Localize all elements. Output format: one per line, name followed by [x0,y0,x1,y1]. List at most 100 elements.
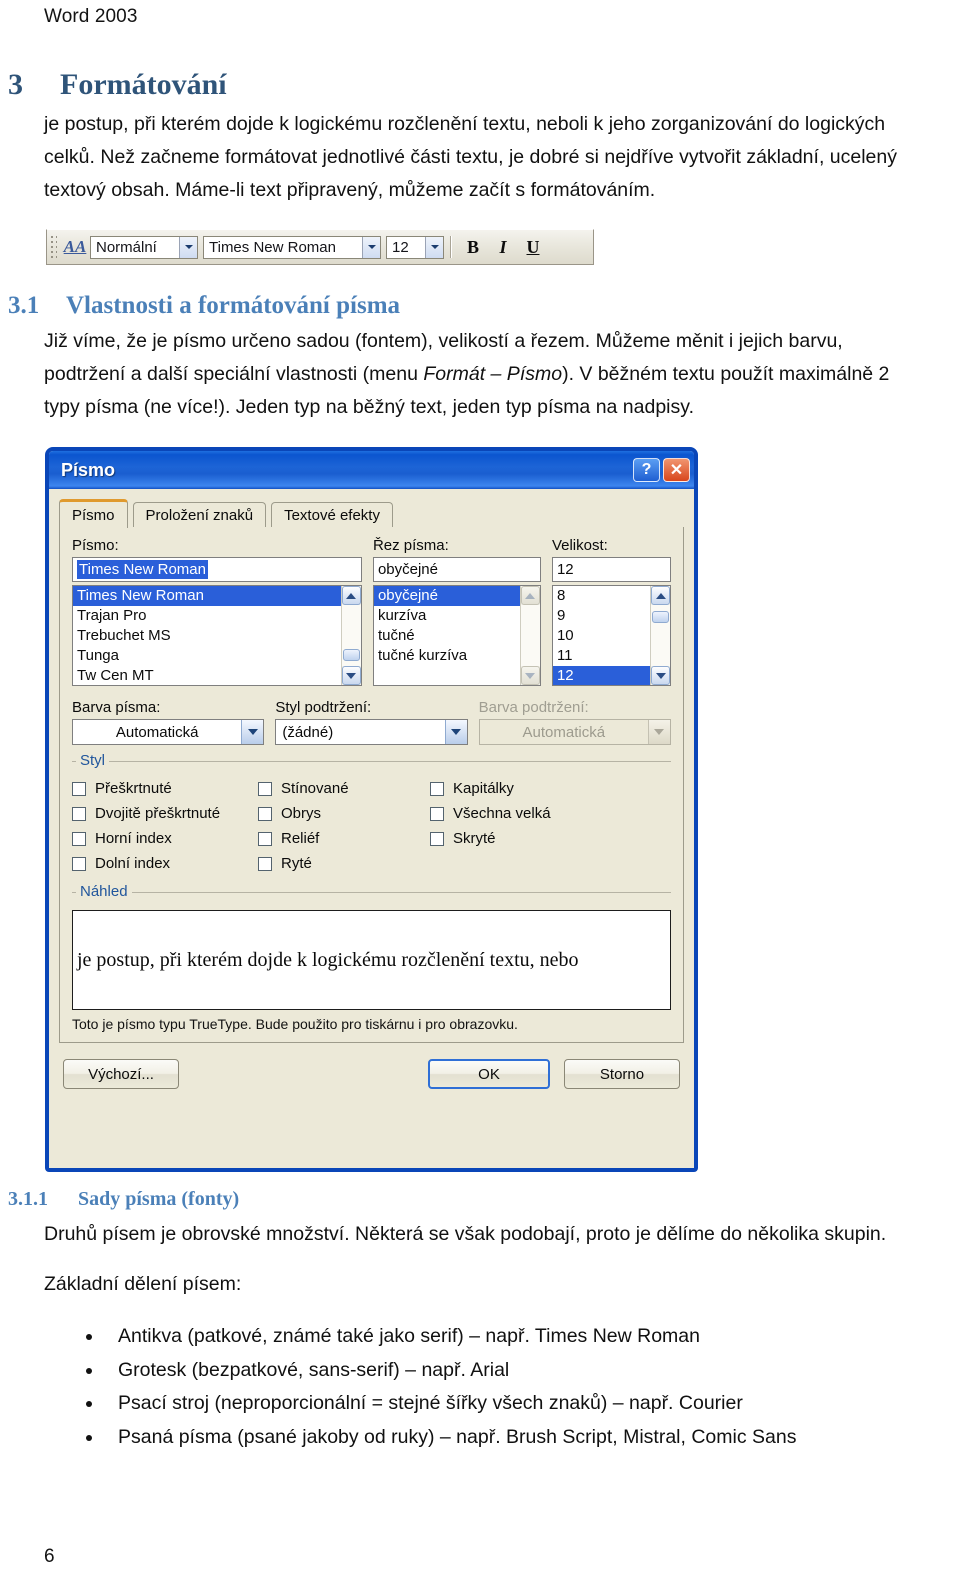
scroll-down-icon[interactable] [341,666,361,685]
checkbox-icon[interactable] [258,831,272,846]
font-color-chevron-down-icon[interactable] [241,720,264,744]
checkbox-icon[interactable] [72,781,86,796]
checkbox-skryte[interactable]: Skryté [430,826,616,851]
scroll-down-icon[interactable] [651,666,670,685]
scroll-track[interactable] [520,605,540,666]
font-size-combo-chevron-down-icon[interactable] [425,236,443,258]
italic-button[interactable]: I [488,234,518,260]
toolbar-separator [450,236,452,258]
checkbox-icon[interactable] [258,856,272,871]
list-item[interactable]: Times New Roman [73,586,341,606]
dialog-titlebar[interactable]: Písmo ? ✕ [49,451,694,489]
checkbox-kapitalky[interactable]: Kapitálky [430,776,616,801]
font-size-combo[interactable]: 12 [386,235,444,259]
font-name-combo-value: Times New Roman [209,238,336,256]
scroll-down-icon[interactable] [520,666,540,685]
list-item[interactable]: 11 [553,646,650,666]
checkbox-icon[interactable] [430,831,444,846]
font-name-scrollbar[interactable] [340,586,361,685]
list-item[interactable]: 12 [552,666,650,685]
checkbox-obrys[interactable]: Obrys [258,801,430,826]
checkbox-relief[interactable]: Reliéf [258,826,430,851]
list-item[interactable]: obyčejné [373,586,520,606]
scroll-up-icon[interactable] [520,586,540,605]
checkbox-vsechna-velka[interactable]: Všechna velká [430,801,616,826]
checkbox-ryte[interactable]: Ryté [258,851,430,876]
underline-color-group: Barva podtržení: Automatická [478,699,671,745]
checkbox-dvojite-preskrtnute[interactable]: Dvojitě přeškrtnuté [72,801,258,826]
font-style-listbox[interactable]: obyčejné kurzíva tučné tučné kurzíva [372,585,541,686]
toolbar-grip-icon[interactable] [50,235,57,259]
list-item[interactable]: tučné [374,626,520,646]
list-item[interactable]: Tw Cen MT [73,666,341,685]
default-button[interactable]: Výchozí... [63,1059,179,1089]
font-size-listbox[interactable]: 8 9 10 11 12 [551,585,671,686]
heading-1-number: 3 [8,68,23,101]
checkbox-icon[interactable] [430,781,444,796]
font-size-input[interactable]: 12 [551,557,671,582]
underline-button[interactable]: U [518,234,548,260]
list-item[interactable]: Tunga [73,646,341,666]
dialog-tabs: Písmo Proložení znaků Textové efekty [59,499,684,529]
zakladni-deleni-paragraph: Základní dělení písem: [44,1273,242,1295]
checkbox-label: Kapitálky [453,780,514,797]
scroll-up-icon[interactable] [651,586,670,605]
checkbox-icon[interactable] [72,831,86,846]
checkbox-icon[interactable] [430,806,444,821]
list-item[interactable]: 8 [553,586,650,606]
checkbox-dolni-index[interactable]: Dolní index [72,851,258,876]
style-checkbox-group: Styl Přeškrtnuté Dvojitě přeškrtnuté Hor… [72,752,671,876]
list-item[interactable]: 9 [553,606,650,626]
list-item: Antikva (patkové, známé také jako serif)… [76,1320,936,1354]
tab-panel-pismo: Písmo: Times New Roman Times New Roman T… [59,527,684,1043]
style-aa-icon-label: AA [63,237,87,256]
checkbox-horni-index[interactable]: Horní index [72,826,258,851]
tab-prolozeni-znaku[interactable]: Proložení znaků [132,502,267,528]
font-size-scrollbar[interactable] [650,586,670,685]
checkbox-icon[interactable] [72,806,86,821]
font-style-input[interactable]: obyčejné [372,557,541,582]
font-name-combo-chevron-down-icon[interactable] [362,236,380,258]
checkbox-icon[interactable] [72,856,86,871]
tab-prolozeni-znaku-label: Proložení znaků [145,507,254,524]
font-color-combo[interactable]: Automatická [72,719,265,745]
checkbox-icon[interactable] [258,781,272,796]
checkbox-stinovane[interactable]: Stínované [258,776,430,801]
tab-textove-efekty[interactable]: Textové efekty [271,502,393,528]
font-name-listbox[interactable]: Times New Roman Trajan Pro Trebuchet MS … [72,585,362,686]
style-aa-icon[interactable]: AA [60,234,90,260]
font-style-scrollbar[interactable] [519,586,540,685]
font-style-group: Řez písma: obyčejné obyčejné kurzíva tuč… [372,537,541,686]
font-name-combo[interactable]: Times New Roman [203,235,381,259]
cancel-button-label: Storno [599,1065,645,1083]
list-item[interactable]: 10 [553,626,650,646]
checkbox-label: Horní index [95,830,172,847]
font-name-input[interactable]: Times New Roman [72,557,362,582]
font-dialog: Písmo ? ✕ Písmo Proložení znaků Textové … [46,448,697,1171]
heading-2-text: Vlastnosti a formátování písma [66,292,401,319]
cancel-button[interactable]: Storno [564,1059,680,1089]
underline-style-chevron-down-icon[interactable] [444,720,467,744]
style-combo-chevron-down-icon[interactable] [179,236,197,258]
ok-button[interactable]: OK [428,1059,550,1089]
list-item[interactable]: tučné kurzíva [374,646,520,666]
bold-button[interactable]: B [458,234,488,260]
checkbox-preskrtnute[interactable]: Přeškrtnuté [72,776,258,801]
tab-pismo[interactable]: Písmo [59,499,128,529]
running-header: Word 2003 [44,6,138,27]
scroll-thumb[interactable] [342,649,360,661]
list-item[interactable]: Trebuchet MS [73,626,341,646]
page-number: 6 [44,1546,55,1567]
list-item[interactable]: kurzíva [374,606,520,626]
checkbox-icon[interactable] [258,806,272,821]
help-icon[interactable]: ? [633,458,660,482]
scroll-thumb[interactable] [652,611,669,623]
underline-style-combo[interactable]: (žádné) [275,719,468,745]
font-style-input-value: obyčejné [377,561,438,578]
dialog-title: Písmo [61,459,116,480]
list-item[interactable]: Trajan Pro [73,606,341,626]
style-combo[interactable]: Normální [90,235,198,259]
close-icon[interactable]: ✕ [663,458,690,482]
underline-color-value: Automatická [522,723,606,741]
scroll-up-icon[interactable] [341,586,361,605]
